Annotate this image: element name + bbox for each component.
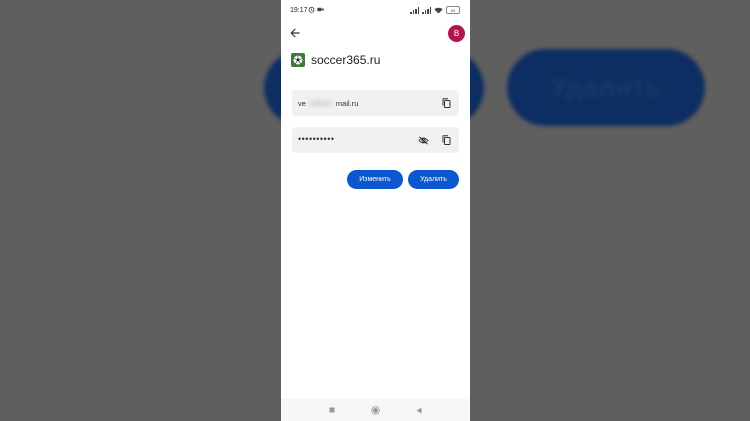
square-icon [329, 407, 335, 413]
username-prefix: ve [298, 99, 306, 108]
eye-off-icon [417, 135, 429, 145]
background-blurred-delete-pill: Удалить [507, 49, 705, 126]
alarm-icon [308, 6, 315, 13]
home-circle-icon [371, 405, 380, 415]
back-arrow-icon[interactable] [288, 26, 302, 40]
username-field[interactable]: ve mail.ru [292, 90, 459, 116]
phone-screen: 19:17 69 B soccer365.ru ve mail.ru •••••… [281, 0, 470, 421]
copy-username-button[interactable] [440, 97, 452, 109]
copy-icon [442, 135, 450, 145]
status-system-icons: 69 [410, 6, 460, 14]
system-navigation-bar [281, 399, 470, 421]
account-avatar[interactable]: B [448, 25, 465, 42]
avatar-letter: B [453, 29, 460, 38]
status-time: 19:17 [290, 7, 308, 14]
triangle-back-icon [416, 407, 422, 413]
site-name: soccer365.ru [311, 53, 381, 67]
password-value: •••••••••• [298, 134, 335, 144]
signal-icon [410, 6, 419, 14]
battery-level: 69 [450, 7, 456, 13]
toggle-password-visibility-button[interactable] [417, 134, 429, 146]
username-suffix: mail.ru [335, 99, 359, 108]
wifi-icon [434, 7, 443, 13]
delete-button[interactable]: Удалить [408, 170, 459, 189]
battery-icon: 69 [446, 6, 460, 14]
redacted-blur [305, 100, 336, 107]
signal-icon-secondary [422, 6, 431, 14]
username-value: ve mail.ru [298, 99, 358, 108]
site-header: soccer365.ru [291, 53, 380, 67]
copy-password-button[interactable] [440, 134, 452, 146]
status-bar: 19:17 69 [281, 0, 470, 22]
soccer-ball-icon [291, 53, 305, 67]
status-notification-icons [308, 6, 324, 13]
password-field[interactable]: •••••••••• [292, 127, 459, 153]
recent-apps-button[interactable] [329, 407, 335, 413]
screen: Удалить 19:17 69 B soccer365.ru ve mail.… [0, 0, 750, 421]
home-button[interactable] [371, 405, 380, 415]
background-pill-text: Удалить [550, 72, 662, 102]
copy-icon [442, 98, 450, 108]
nav-back-button[interactable] [416, 407, 422, 414]
video-camera-icon [317, 7, 324, 12]
edit-button[interactable]: Изменить [347, 170, 403, 189]
